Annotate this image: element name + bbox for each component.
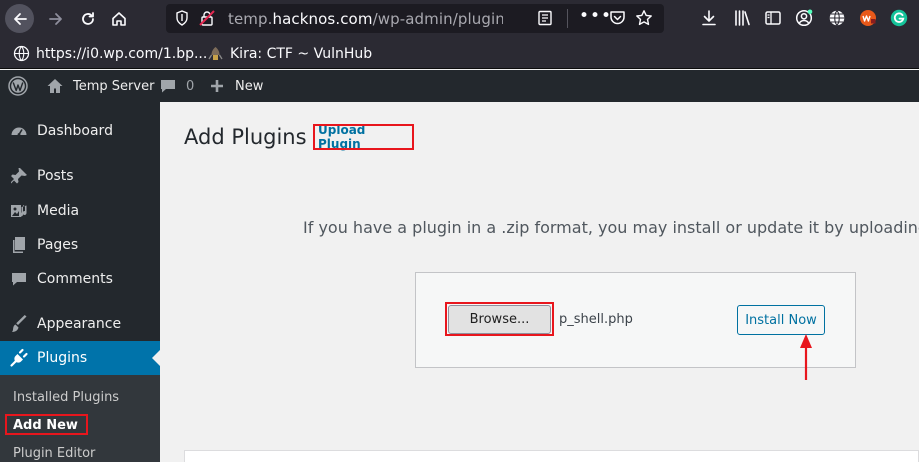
reload-icon bbox=[81, 11, 94, 25]
site-name: Temp Server bbox=[73, 78, 155, 94]
pages-icon bbox=[9, 235, 29, 255]
sidebar-toggle-button[interactable] bbox=[764, 9, 782, 27]
bookmark-label: Kira: CTF ~ VulnHub bbox=[230, 45, 373, 62]
reload-button[interactable] bbox=[73, 4, 102, 33]
sidebar-item-label: Plugins bbox=[37, 350, 88, 366]
submenu-plugin-editor[interactable]: Plugin Editor bbox=[13, 446, 95, 461]
account-button[interactable] bbox=[795, 9, 813, 27]
home-icon bbox=[111, 11, 126, 26]
wappalyzer-icon bbox=[860, 10, 876, 26]
sidebar-item-label: Comments bbox=[37, 271, 113, 287]
pushpin-icon bbox=[9, 166, 29, 186]
account-icon bbox=[795, 9, 813, 27]
new-label: New bbox=[235, 78, 264, 94]
browser-toolbar: temp.hacknos.com/wp-admin/plugin-install… bbox=[0, 0, 919, 37]
sidebar-item-media[interactable]: Media bbox=[0, 194, 160, 228]
admin-sidebar: Dashboard Posts Media Pages Comments App… bbox=[0, 102, 160, 462]
sidebar-icon bbox=[765, 11, 781, 25]
reader-view-icon[interactable] bbox=[537, 10, 553, 26]
arrow-right-icon bbox=[48, 12, 62, 25]
upload-help-text: If you have a plugin in a .zip format, y… bbox=[303, 218, 919, 237]
pocket-icon[interactable] bbox=[609, 10, 626, 26]
sidebar-item-pages[interactable]: Pages bbox=[0, 228, 160, 262]
bookmarks-toolbar: https://i0.wp.com/1.bp... Kira: CTF ~ Vu… bbox=[0, 37, 919, 69]
extension-globe-button[interactable] bbox=[828, 9, 846, 27]
wp-logo-menu[interactable] bbox=[8, 70, 28, 102]
upload-plugin-highlight bbox=[313, 124, 414, 150]
bookmark-star-icon[interactable] bbox=[635, 9, 653, 27]
library-button[interactable] bbox=[733, 9, 751, 27]
home-button[interactable] bbox=[104, 4, 133, 33]
plus-icon bbox=[211, 80, 223, 92]
globe-icon bbox=[13, 45, 30, 62]
forward-button[interactable] bbox=[41, 4, 70, 33]
sidebar-item-plugins[interactable]: Plugins bbox=[0, 341, 160, 375]
selected-file-name: p_shell.php bbox=[559, 312, 633, 327]
grammarly-icon bbox=[890, 9, 908, 27]
sidebar-item-label: Pages bbox=[37, 237, 79, 253]
sidebar-item-label: Media bbox=[37, 203, 80, 219]
comments-count: 0 bbox=[186, 78, 195, 94]
browse-highlight bbox=[445, 302, 554, 336]
sidebar-item-posts[interactable]: Posts bbox=[0, 159, 160, 193]
url-text[interactable]: temp.hacknos.com/wp-admin/plugin-install bbox=[228, 10, 503, 28]
media-icon bbox=[9, 201, 29, 221]
comments-icon bbox=[9, 269, 29, 289]
red-arrow-annotation bbox=[800, 334, 812, 380]
url-bar[interactable]: temp.hacknos.com/wp-admin/plugin-install… bbox=[166, 4, 664, 33]
download-icon bbox=[702, 10, 716, 26]
plugin-icon bbox=[9, 348, 29, 368]
sidebar-item-label: Posts bbox=[37, 168, 74, 184]
bookmark-wp-image[interactable]: https://i0.wp.com/1.bp... bbox=[13, 45, 207, 62]
bookmark-label: https://i0.wp.com/1.bp... bbox=[36, 45, 208, 62]
library-icon bbox=[735, 10, 750, 26]
speech-bubble-icon bbox=[161, 80, 175, 93]
arrow-left-icon bbox=[13, 12, 27, 25]
shield-icon[interactable] bbox=[175, 10, 189, 26]
vulnhub-icon bbox=[208, 47, 223, 60]
plugin-browser-panel bbox=[184, 450, 919, 462]
active-menu-pointer bbox=[152, 350, 160, 366]
bookmark-vulnhub[interactable]: Kira: CTF ~ VulnHub bbox=[207, 45, 372, 62]
submenu-installed-plugins[interactable]: Installed Plugins bbox=[13, 390, 119, 405]
wordpress-logo-icon bbox=[8, 76, 28, 96]
insecure-lock-icon[interactable] bbox=[199, 10, 215, 26]
sidebar-item-label: Dashboard bbox=[37, 123, 113, 139]
extension-wappalyzer-button[interactable] bbox=[859, 9, 877, 27]
dashboard-icon bbox=[9, 121, 29, 141]
page-actions-icon[interactable]: ••• bbox=[579, 6, 612, 26]
page-title: Add Plugins bbox=[184, 125, 307, 149]
url-bar-divider bbox=[567, 9, 568, 28]
paintbrush-icon bbox=[9, 314, 29, 334]
home-icon bbox=[47, 79, 63, 93]
site-name-menu[interactable]: Temp Server bbox=[45, 70, 154, 102]
new-content-menu[interactable]: New bbox=[207, 70, 263, 102]
back-button[interactable] bbox=[5, 4, 34, 33]
downloads-button[interactable] bbox=[700, 9, 718, 27]
extension-grammarly-button[interactable] bbox=[890, 9, 908, 27]
sidebar-item-dashboard[interactable]: Dashboard bbox=[0, 114, 160, 148]
sidebar-item-comments[interactable]: Comments bbox=[0, 262, 160, 296]
sidebar-item-appearance[interactable]: Appearance bbox=[0, 307, 160, 341]
sidebar-item-label: Appearance bbox=[37, 316, 122, 332]
globe-extension-icon bbox=[829, 10, 845, 26]
wp-admin-bar: Temp Server 0 New bbox=[0, 70, 919, 102]
add-new-highlight bbox=[5, 414, 88, 435]
comments-menu[interactable]: 0 bbox=[158, 70, 194, 102]
